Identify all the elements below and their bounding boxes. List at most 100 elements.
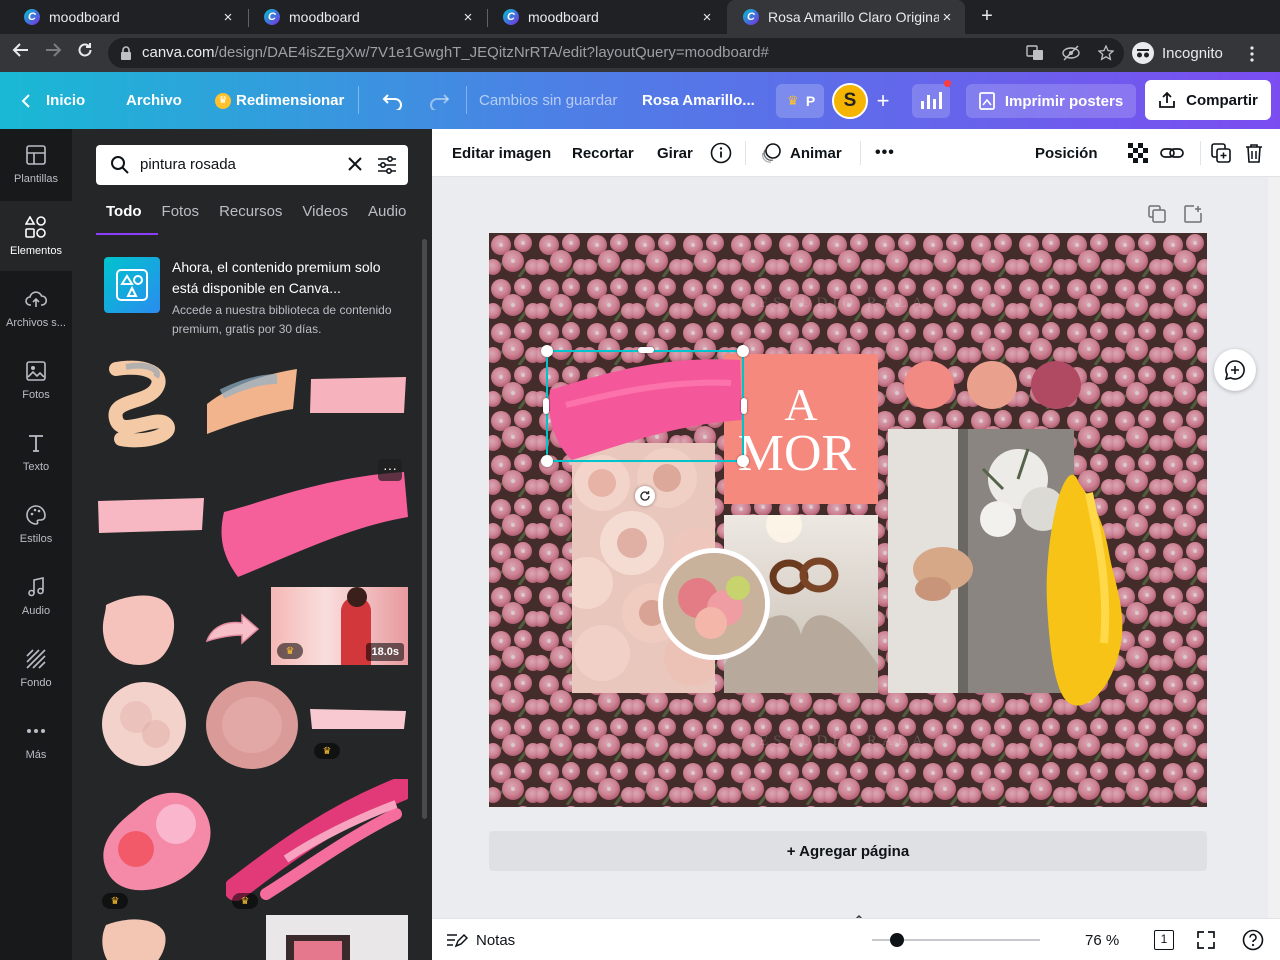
paint-stroke-result[interactable] — [96, 915, 172, 960]
analytics-icon[interactable] — [912, 84, 950, 118]
edit-image-button[interactable]: Editar imagen — [452, 129, 551, 177]
clear-search-icon[interactable] — [346, 155, 364, 176]
user-avatar[interactable]: S — [832, 83, 868, 119]
share-button[interactable]: Compartir — [1145, 80, 1271, 120]
tab-close-icon[interactable]: × — [460, 9, 476, 26]
paint-stroke-result[interactable]: ♛ — [308, 699, 408, 759]
selection-box[interactable] — [541, 345, 749, 467]
forward-arrow-icon[interactable] — [40, 40, 66, 66]
rail-item-background[interactable]: Fondo — [0, 633, 72, 703]
undo-icon[interactable] — [382, 72, 404, 129]
paint-stroke-result[interactable] — [96, 585, 180, 669]
rail-item-styles[interactable]: Estilos — [0, 489, 72, 559]
tab-videos[interactable]: Videos — [302, 203, 348, 233]
transparency-checker-icon[interactable] — [1128, 129, 1148, 177]
tab-close-icon[interactable]: × — [699, 9, 715, 26]
amor-letter-a[interactable]: A — [724, 382, 878, 428]
resize-button[interactable]: ♛ Redimensionar — [215, 72, 344, 129]
redo-icon[interactable] — [428, 72, 450, 129]
amor-text-block[interactable]: A MOR — [724, 354, 878, 504]
new-tab-button[interactable]: + — [976, 5, 998, 27]
arrow-shape-result[interactable] — [202, 611, 262, 651]
rail-item-templates[interactable]: Plantillas — [0, 129, 72, 199]
browser-tab[interactable]: C moodboard × — [487, 0, 725, 34]
add-member-plus-icon[interactable]: + — [872, 72, 894, 129]
duplicate-icon[interactable] — [1211, 129, 1231, 177]
paint-stroke-result[interactable] — [308, 373, 408, 417]
paint-stroke-result[interactable] — [96, 349, 196, 449]
resize-handle[interactable] — [741, 398, 747, 414]
add-page-icon[interactable] — [1184, 205, 1202, 226]
zoom-level[interactable]: 76 % — [1085, 919, 1119, 960]
rail-item-text[interactable]: Texto — [0, 417, 72, 487]
print-posters-button[interactable]: Imprimir posters — [966, 84, 1136, 118]
notes-button[interactable]: Notas — [446, 919, 515, 960]
bookmark-star-icon[interactable] — [1097, 38, 1115, 72]
color-swatch-coral[interactable] — [904, 361, 954, 409]
photo-result[interactable] — [266, 915, 408, 960]
tab-close-icon[interactable]: × — [939, 9, 955, 26]
address-bar[interactable]: canva.com/design/DAE4isZEgXw/7V1e1GwghT_… — [108, 38, 1124, 68]
roses-circle-frame[interactable] — [658, 548, 770, 660]
workspace-scrollbar[interactable] — [1268, 177, 1280, 920]
rotate-handle-icon[interactable] — [635, 486, 655, 506]
paint-stroke-result[interactable] — [96, 493, 206, 537]
browser-tab[interactable]: C moodboard × — [248, 0, 486, 34]
resize-handle[interactable] — [543, 398, 549, 414]
design-title[interactable]: Rosa Amarillo... — [642, 72, 755, 129]
link-icon[interactable] — [1160, 129, 1184, 177]
tab-audio[interactable]: Audio — [368, 203, 406, 233]
translate-icon[interactable] — [1026, 38, 1044, 72]
browser-tab[interactable]: C moodboard × — [8, 0, 246, 34]
tracking-off-eye-icon[interactable] — [1062, 38, 1080, 72]
resize-handle[interactable] — [541, 345, 553, 357]
resize-handle[interactable] — [638, 347, 654, 353]
info-icon[interactable] — [710, 129, 732, 177]
search-input[interactable]: pintura rosada — [96, 145, 408, 185]
zoom-slider-handle[interactable] — [890, 933, 904, 947]
item-more-options[interactable]: ··· — [378, 459, 402, 481]
paint-stroke-result[interactable] — [202, 359, 302, 439]
resize-handle[interactable] — [541, 455, 553, 467]
rotate-button[interactable]: Girar — [657, 129, 693, 177]
panel-scrollbar[interactable] — [422, 239, 427, 819]
browser-tab-active[interactable]: C Rosa Amarillo Claro Original × — [727, 0, 965, 34]
color-swatch-berry[interactable] — [1031, 361, 1081, 409]
rail-item-elements[interactable]: Elementos — [0, 201, 72, 271]
brush-strokes-result[interactable]: ♛ — [224, 777, 413, 909]
fullscreen-icon[interactable] — [1197, 919, 1215, 960]
tab-graphics[interactable]: Recursos — [219, 203, 282, 233]
position-button[interactable]: Posición — [1035, 129, 1098, 177]
paint-texture-result[interactable] — [96, 679, 192, 769]
rail-item-audio[interactable]: Audio — [0, 561, 72, 631]
page-count-button[interactable]: 1 — [1154, 919, 1174, 960]
watercolor-result[interactable]: ♛ — [96, 779, 216, 909]
rail-item-photos[interactable]: Fotos — [0, 345, 72, 415]
help-icon[interactable] — [1242, 919, 1264, 960]
filter-sliders-icon[interactable] — [377, 155, 397, 178]
pro-team-button[interactable]: ♛ P — [776, 84, 824, 118]
rail-item-uploads[interactable]: Archivos s... — [0, 273, 72, 343]
animate-button[interactable]: Animar — [760, 129, 842, 177]
tab-close-icon[interactable]: × — [220, 9, 236, 26]
add-page-button[interactable]: + Agregar página — [489, 831, 1207, 871]
duplicate-page-icon[interactable] — [1148, 205, 1166, 226]
back-arrow-icon[interactable] — [8, 40, 34, 66]
yellow-paint-stroke[interactable] — [1039, 473, 1139, 713]
file-menu-button[interactable]: Archivo — [126, 72, 182, 129]
color-swatch-peach[interactable] — [967, 361, 1017, 409]
rail-item-more[interactable]: Más — [0, 705, 72, 775]
more-options-button[interactable]: ••• — [875, 129, 895, 177]
reload-icon[interactable] — [72, 40, 98, 66]
add-comment-icon[interactable] — [1214, 349, 1256, 391]
trash-icon[interactable] — [1245, 129, 1263, 177]
pink-brush-stroke-result[interactable]: ··· — [214, 457, 408, 579]
paint-blob-result[interactable] — [202, 677, 302, 773]
crop-button[interactable]: Recortar — [572, 129, 634, 177]
browser-menu-icon[interactable] — [1250, 40, 1254, 68]
tab-photos[interactable]: Fotos — [162, 203, 200, 233]
incognito-indicator[interactable]: Incognito — [1132, 40, 1223, 66]
moodboard-design-page[interactable]: ESTUDIO RALA ESTUDIO RALA A MOR — [489, 233, 1207, 807]
resize-handle[interactable] — [737, 455, 749, 467]
tab-all[interactable]: Todo — [96, 203, 157, 235]
